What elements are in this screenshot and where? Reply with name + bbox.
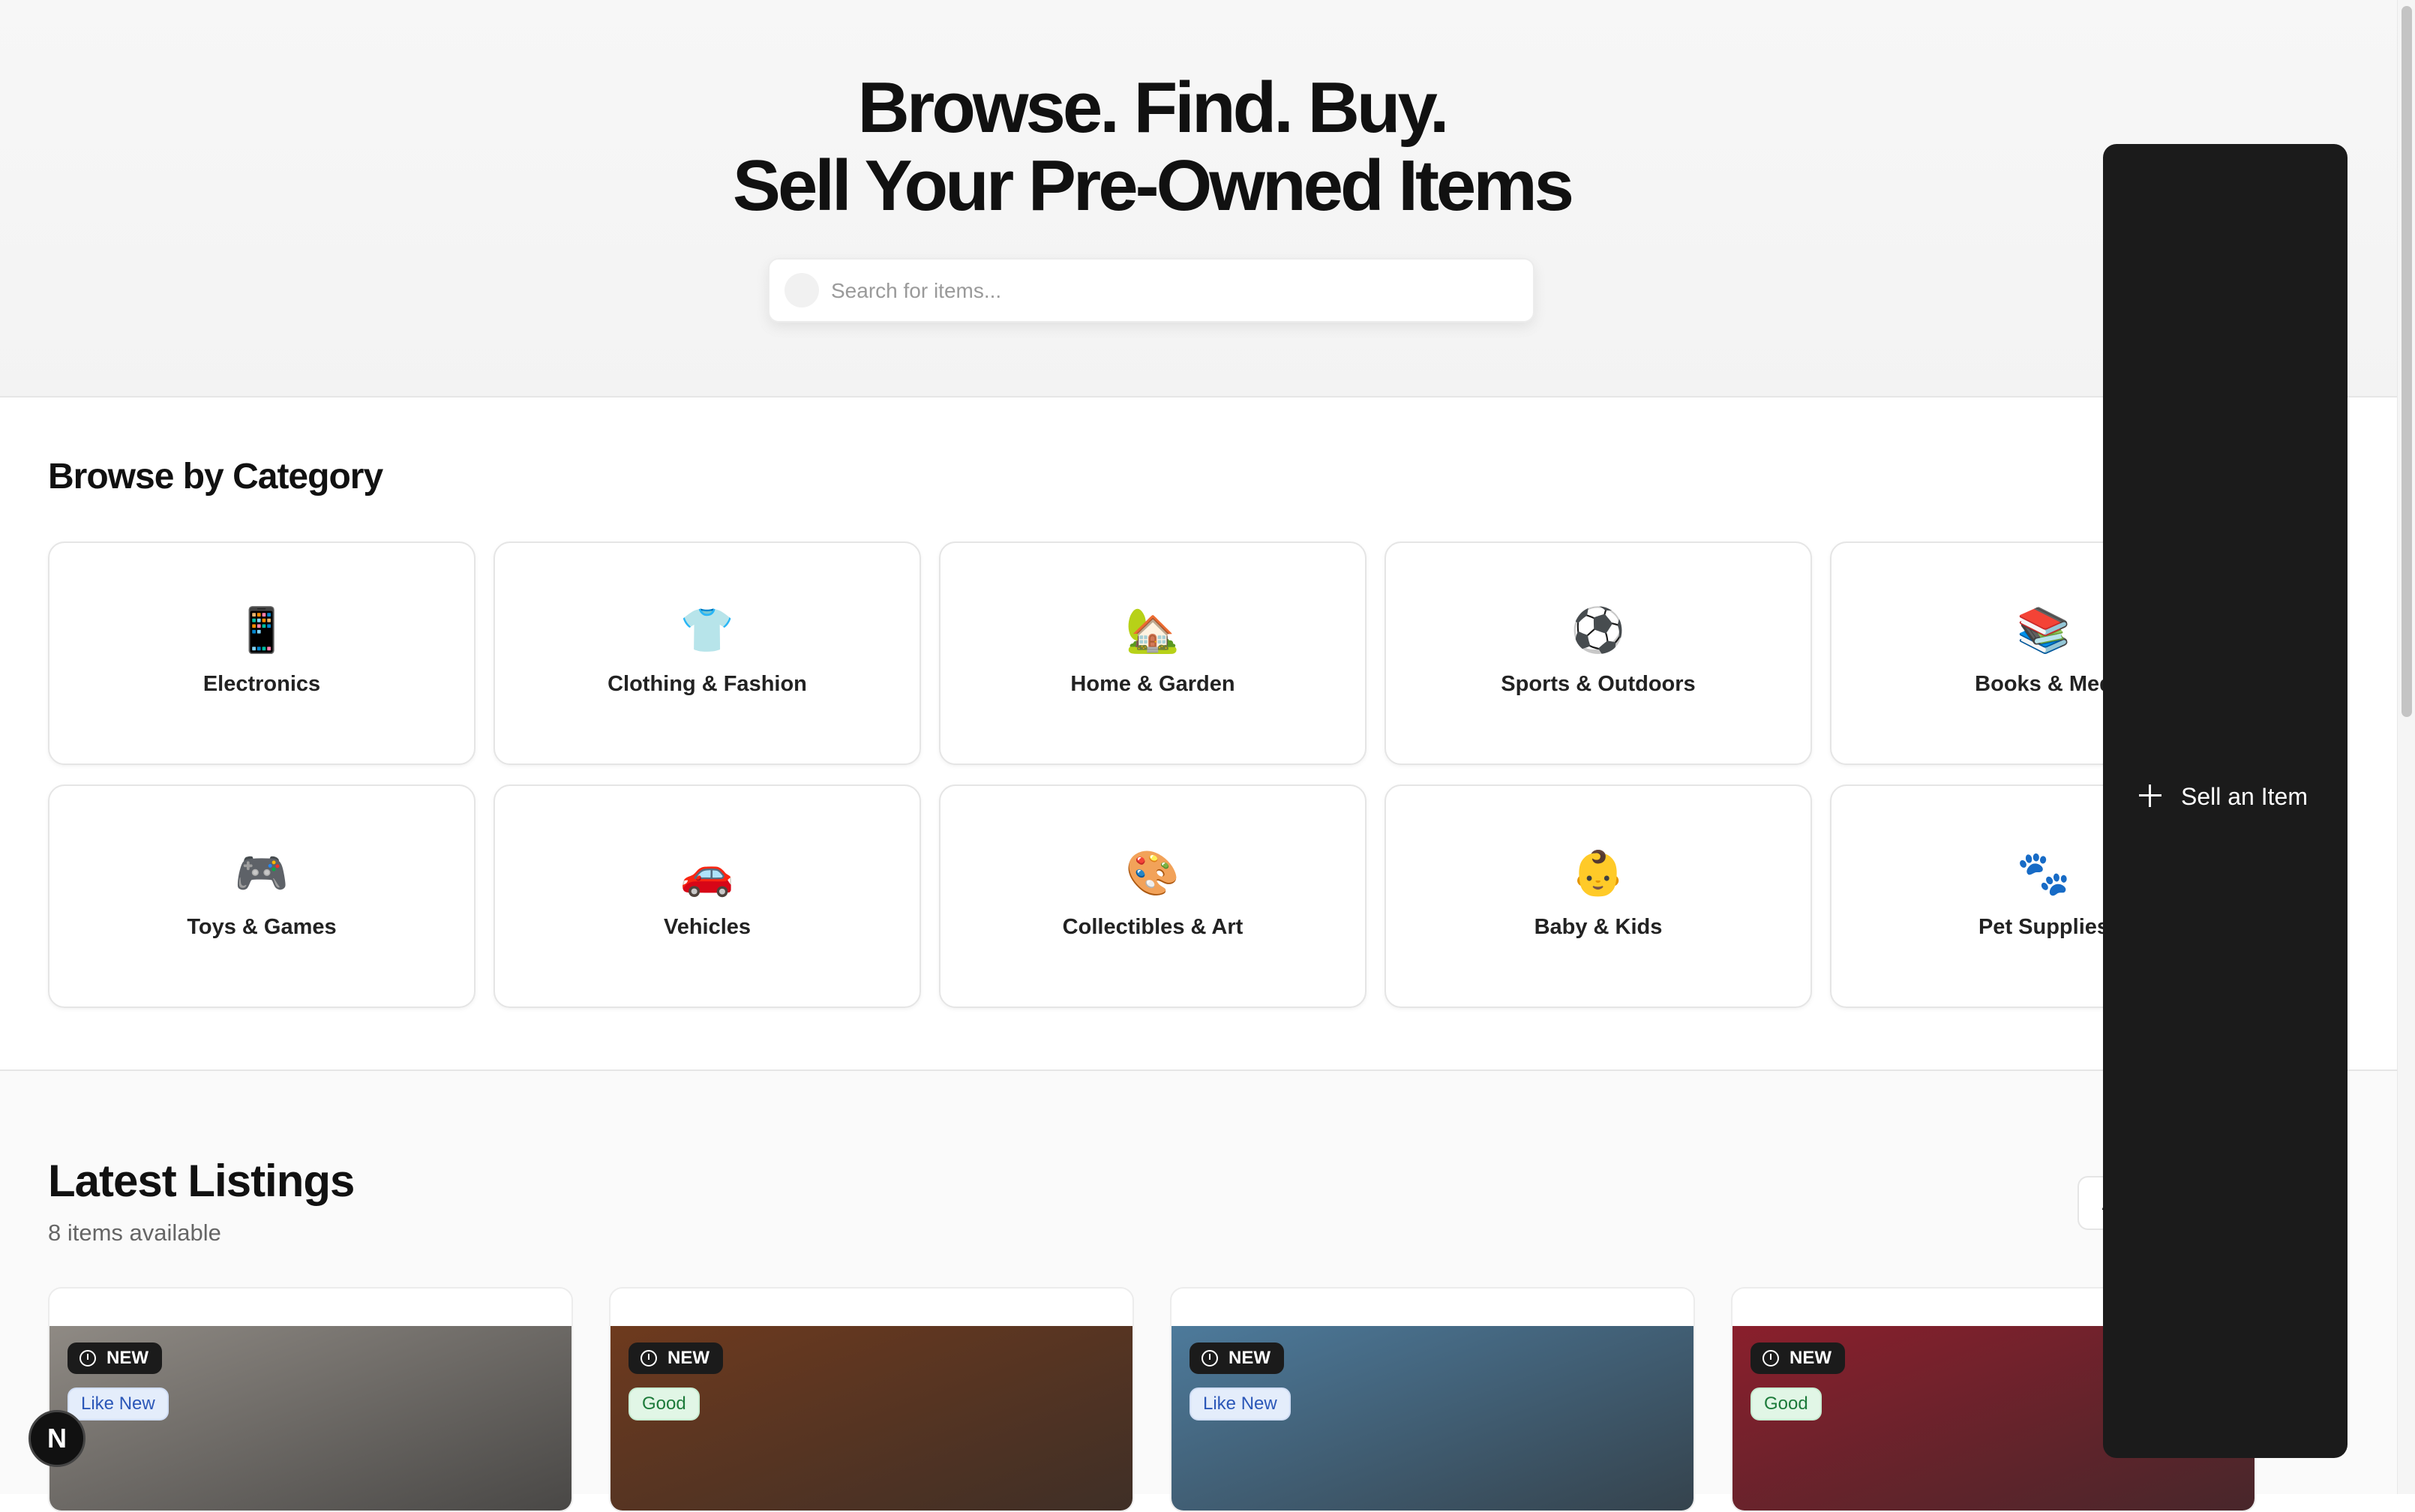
category-icon: ⚽ [1570, 604, 1626, 656]
category-card[interactable]: 🎨 Collectibles & Art [939, 784, 1366, 1008]
new-badge-label: NEW [1228, 1348, 1270, 1368]
sell-item-button[interactable]: Sell an Item [2139, 774, 2308, 819]
new-badge-label: NEW [1790, 1348, 1832, 1368]
hero-title-line2: Sell Your Pre-Owned Items [732, 146, 1574, 226]
search-input[interactable] [830, 267, 1508, 315]
dev-tools-badge[interactable]: N [28, 1410, 86, 1467]
new-badge: NEW [1190, 1342, 1284, 1374]
category-card[interactable]: 🏡 Home & Garden [939, 542, 1366, 765]
sell-item-label: Sell an Item [2181, 783, 2308, 810]
listing-card[interactable]: NEW Like New [48, 1287, 573, 1512]
category-label: Clothing & Fashion [608, 672, 807, 696]
items-count: 8 items available [48, 1220, 221, 1246]
plus-icon [2139, 784, 2162, 807]
category-label: Baby & Kids [1534, 915, 1663, 939]
condition-badge: Good [1750, 1388, 1822, 1420]
category-grid: 📱 Electronics 👕 Clothing & Fashion 🏡 Home & G… [48, 542, 2373, 1011]
clock-icon [1202, 1350, 1218, 1366]
condition-badge: Like New [68, 1388, 169, 1420]
condition-badge: Good [628, 1388, 700, 1420]
search-box [768, 258, 1534, 322]
category-card[interactable]: ⚽ Sports & Outdoors [1384, 542, 1812, 765]
category-label: Toys & Games [187, 915, 337, 939]
hero-title-line1: Browse. Find. Buy. [857, 68, 1450, 148]
new-badge: NEW [1750, 1342, 1845, 1374]
category-label: Collectibles & Art [1062, 915, 1244, 939]
new-badge-label: NEW [668, 1348, 710, 1368]
category-card[interactable]: 🚗 Vehicles [494, 784, 921, 1008]
category-label: Home & Garden [1070, 672, 1235, 696]
category-icon: 👶 [1570, 848, 1626, 898]
category-icon: 🏡 [1125, 604, 1180, 656]
category-icon: 🎮 [234, 848, 290, 898]
scrollbar-thumb[interactable] [2402, 6, 2412, 717]
category-icon: 👕 [680, 604, 735, 656]
search-icon [784, 273, 819, 308]
clock-icon [1762, 1350, 1779, 1366]
clock-icon [80, 1350, 96, 1366]
category-icon: 📱 [234, 604, 290, 656]
category-icon: 🚗 [680, 848, 735, 898]
new-badge: NEW [628, 1342, 723, 1374]
category-label: Electronics [202, 672, 321, 696]
category-icon: 🎨 [1125, 848, 1180, 898]
latest-listings-title: Latest Listings [48, 1156, 355, 1206]
listing-card[interactable]: NEW Good [609, 1287, 1134, 1512]
sell-panel: Sell an Item [2103, 144, 2348, 1458]
category-card[interactable]: 🎮 Toys & Games [48, 784, 476, 1008]
category-label: Vehicles [663, 915, 752, 939]
condition-badge: Like New [1190, 1388, 1291, 1420]
category-label: Sports & Outdoors [1501, 672, 1696, 696]
hero-section: Browse. Find. Buy. Sell Your Pre-Owned I… [0, 0, 2397, 398]
clock-icon [640, 1350, 657, 1366]
new-badge-label: NEW [106, 1348, 148, 1368]
listing-card[interactable]: NEW Like New [1170, 1287, 1695, 1512]
new-badge: NEW [68, 1342, 162, 1374]
category-card[interactable]: 📱 Electronics [48, 542, 476, 765]
category-section-title: Browse by Category [48, 457, 383, 496]
category-card[interactable]: 👶 Baby & Kids [1384, 784, 1812, 1008]
category-card[interactable]: 👕 Clothing & Fashion [494, 542, 921, 765]
